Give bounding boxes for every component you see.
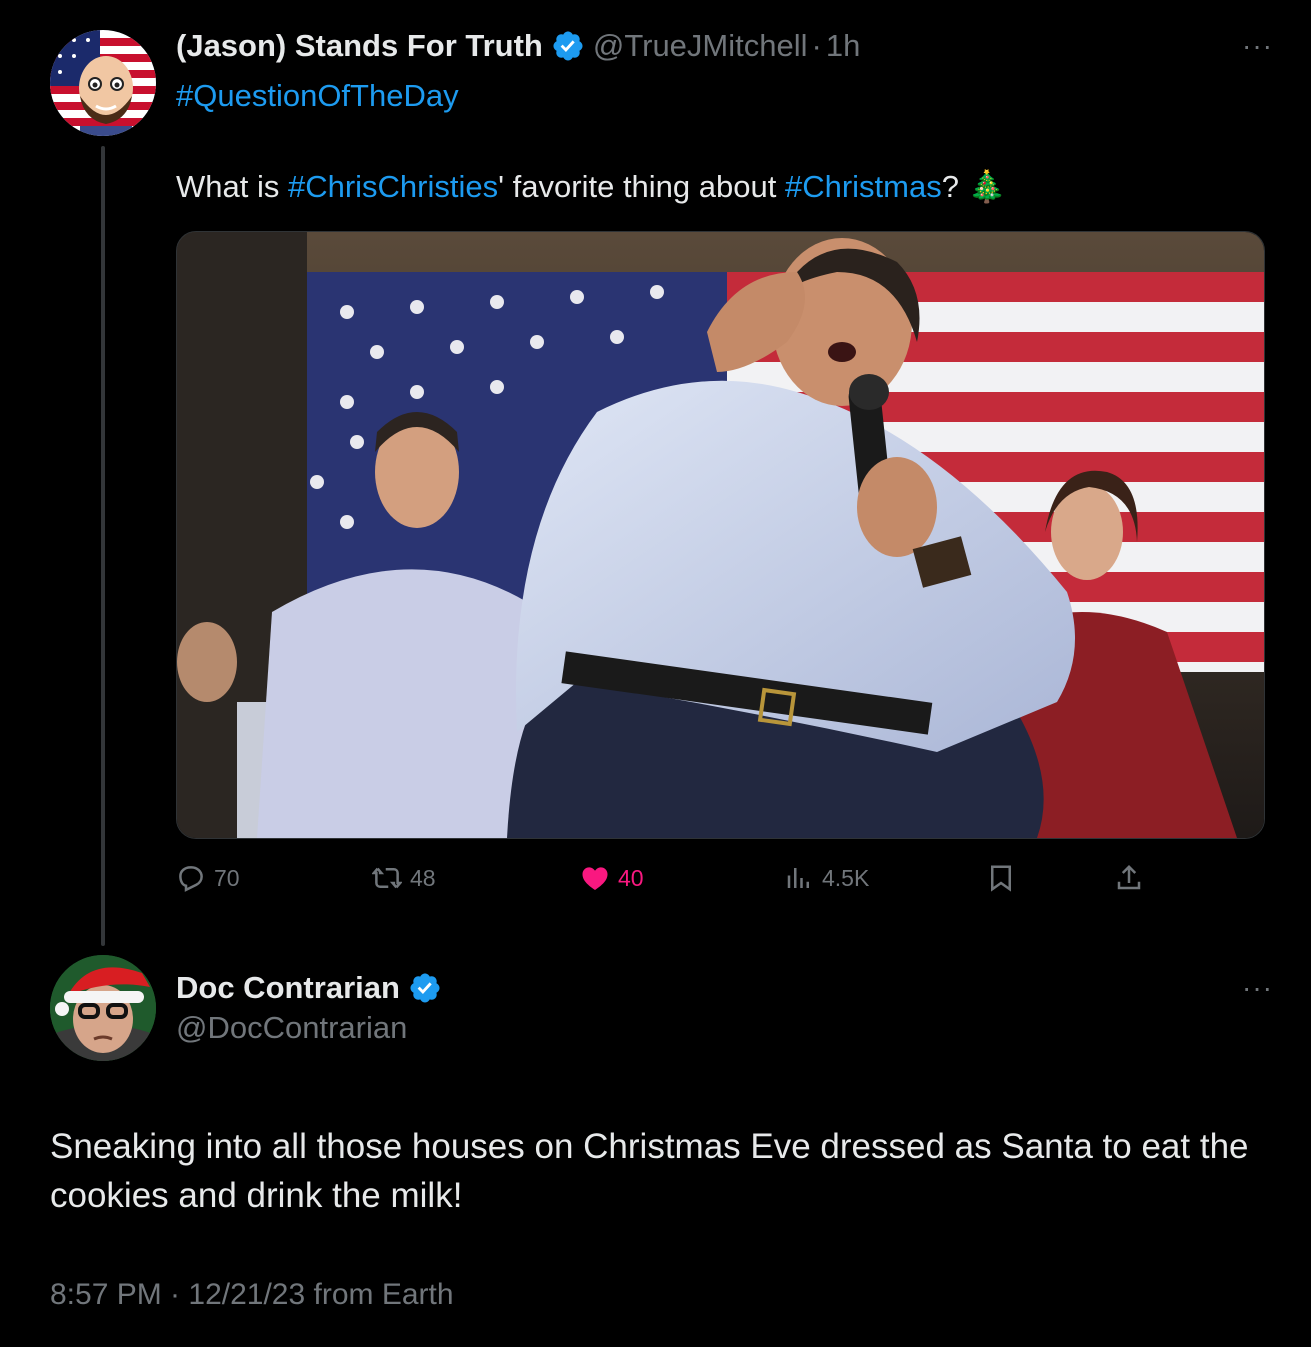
reply-button[interactable]: 70 (176, 856, 240, 900)
bookmark-button[interactable] (986, 856, 1024, 900)
bookmark-icon (991, 865, 1011, 892)
share-icon (1117, 864, 1141, 890)
timestamp[interactable]: 1h (826, 28, 860, 64)
more-icon[interactable]: ··· (1242, 972, 1273, 1004)
repost-button[interactable]: 48 (372, 856, 436, 900)
repost-icon (372, 867, 402, 889)
repost-count: 48 (410, 864, 436, 891)
user-handle[interactable]: @DocContrarian (176, 1010, 407, 1046)
more-icon[interactable]: ··· (1242, 30, 1273, 62)
separator: · (811, 28, 822, 63)
reply-icon (179, 866, 203, 892)
tweet-header: Doc Contrarian (176, 966, 450, 1010)
like-icon (582, 867, 608, 890)
views-button[interactable]: 4.5K (784, 856, 869, 900)
tweet-text: What is #ChrisChristies' favorite thing … (176, 168, 1006, 205)
display-name[interactable]: (Jason) Stands For Truth (176, 28, 543, 64)
christmas-tree-emoji: 🎄 (967, 169, 1007, 204)
like-count: 40 (618, 864, 644, 891)
reply-count: 70 (214, 864, 240, 891)
views-icon (787, 868, 809, 888)
tweet-text: Sneaking into all those houses on Christ… (50, 1127, 1249, 1215)
avatar[interactable] (50, 30, 156, 136)
hashtag-link[interactable]: #Christmas (785, 169, 942, 204)
verified-icon (553, 31, 583, 61)
verified-icon (410, 973, 440, 1003)
user-handle[interactable]: @TrueJMitchell (593, 28, 808, 64)
like-button[interactable]: 40 (580, 856, 644, 900)
tweet-photo[interactable] (176, 231, 1265, 839)
view-count: 4.5K (822, 864, 870, 891)
tweet-text-part: ? (941, 169, 968, 204)
display-name[interactable]: Doc Contrarian (176, 970, 400, 1006)
share-button[interactable] (1114, 856, 1152, 900)
tweet-text-part: What is (176, 169, 288, 204)
tweet-timestamp[interactable]: 8:57 PM · 12/21/23 from Earth (50, 1278, 454, 1312)
tweet-text-part: ' favorite thing about (498, 169, 785, 204)
hashtag-link[interactable]: #ChrisChristies (288, 169, 498, 204)
tweet-header: (Jason) Stands For Truth @TrueJMitchell … (176, 24, 860, 68)
thread-connector-line (101, 146, 105, 946)
avatar[interactable] (50, 955, 156, 1061)
hashtag-link[interactable]: #QuestionOfTheDay (176, 78, 459, 114)
tweet-actions-bar: 70 48 40 4.5K (176, 856, 1176, 900)
